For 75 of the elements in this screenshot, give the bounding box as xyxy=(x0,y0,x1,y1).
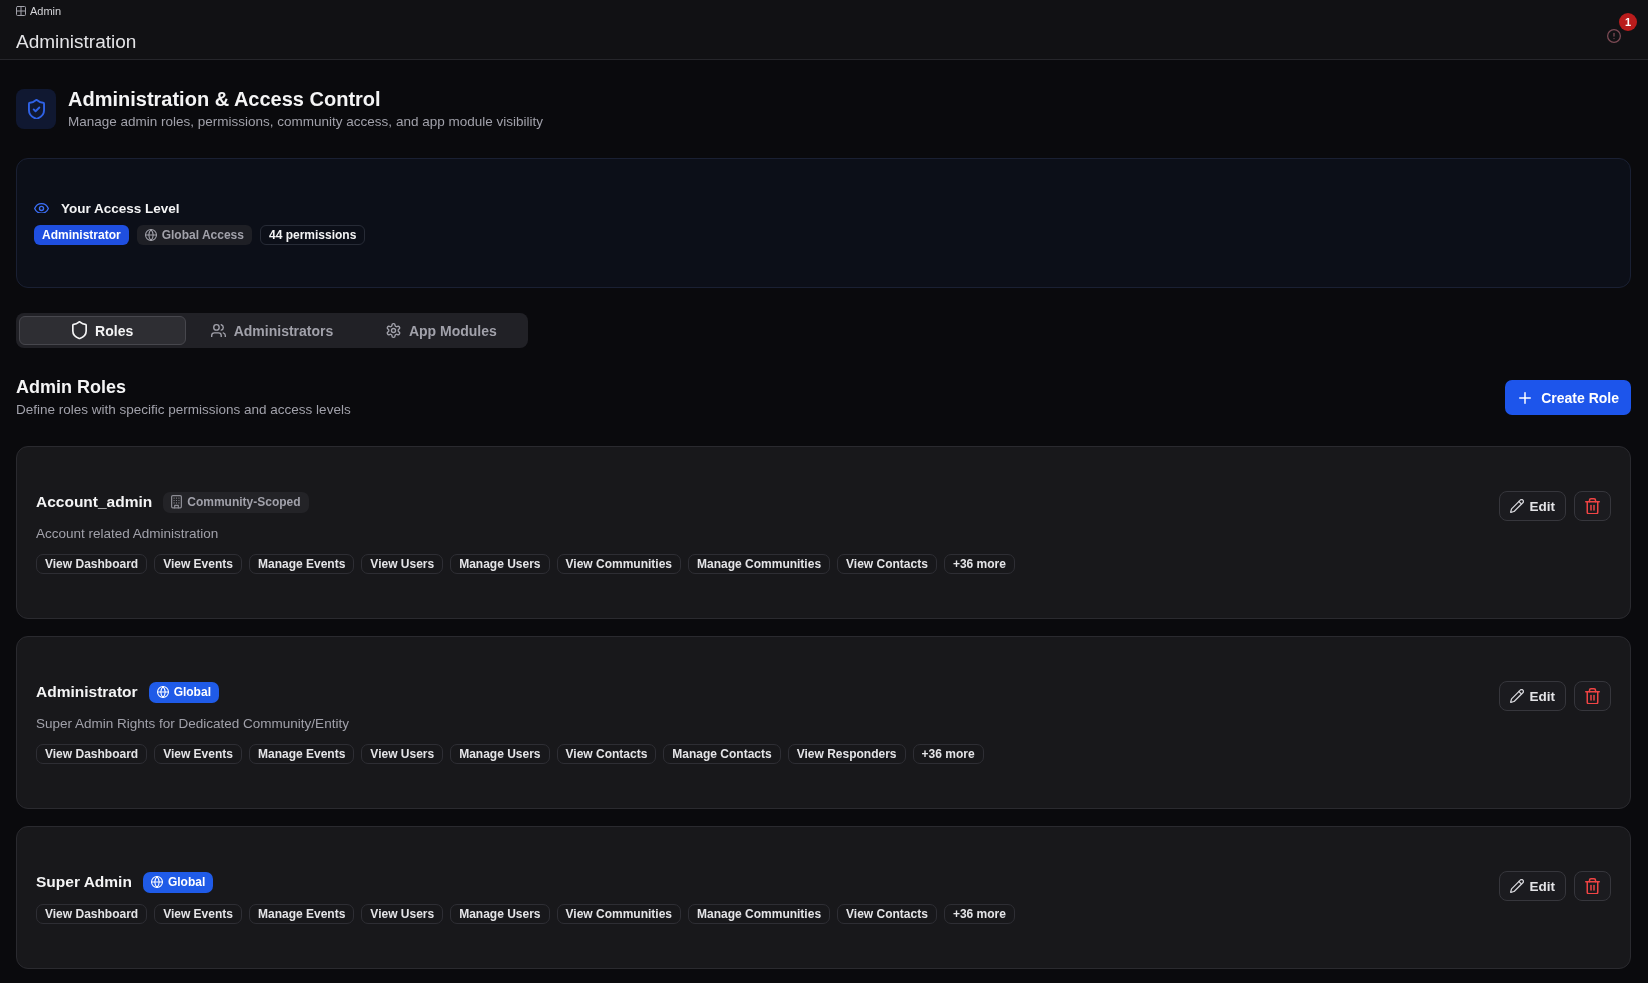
permission-tag: View Events xyxy=(154,744,242,764)
role-badge: Administrator xyxy=(34,225,129,245)
globe-icon xyxy=(144,229,157,241)
create-role-button[interactable]: Create Role xyxy=(1505,380,1631,415)
section-subtitle: Define roles with specific permissions and access levels xyxy=(16,401,351,419)
trash-icon xyxy=(1585,497,1600,515)
permission-tag: View Dashboard xyxy=(36,744,148,764)
permission-tag: View Dashboard xyxy=(36,554,148,574)
scope-badge: Global xyxy=(148,681,219,703)
settings-icon xyxy=(385,323,401,338)
role-description: Account related Administration xyxy=(36,525,220,543)
permission-tag: Manage Events xyxy=(248,744,355,764)
permission-tag: View Contacts xyxy=(837,554,937,574)
access-level-title: Your Access Level xyxy=(61,200,180,216)
section-subtitle: Manage admin roles, permissions, community access, and app module visibility xyxy=(68,113,543,131)
permission-tag: Manage Users xyxy=(450,554,550,574)
users-icon xyxy=(210,323,226,338)
notification-button[interactable] xyxy=(1607,29,1621,43)
access-scope-badge: Global Access xyxy=(136,225,252,245)
page-title: Administration xyxy=(16,30,137,54)
permission-tag: Manage Events xyxy=(248,554,355,574)
pencil-icon xyxy=(1509,689,1524,703)
pencil-icon xyxy=(1509,499,1524,513)
role-name: Super Admin xyxy=(36,873,132,891)
plus-icon xyxy=(1519,391,1532,404)
section-title: Admin Roles xyxy=(16,376,127,398)
permission-tag: View Communities xyxy=(556,904,682,924)
globe-icon xyxy=(156,686,169,698)
pencil-icon xyxy=(1509,879,1524,893)
scope-badge: Community-Scoped xyxy=(163,491,309,513)
permission-tag: View Users xyxy=(361,744,444,764)
permission-tag: View Responders xyxy=(787,744,906,764)
permission-tag: Manage Contacts xyxy=(663,744,781,764)
shield-icon xyxy=(72,321,88,340)
more-permissions-tag: +36 more xyxy=(912,744,984,764)
permission-tag: View Events xyxy=(154,554,242,574)
more-permissions-tag: +36 more xyxy=(943,904,1015,924)
permission-tag: View Events xyxy=(154,904,242,924)
role-name: Administrator xyxy=(36,683,138,701)
delete-button[interactable] xyxy=(1574,491,1611,521)
tab[interactable]: Roles xyxy=(19,316,187,345)
delete-button[interactable] xyxy=(1574,871,1611,901)
scope-badge: Global xyxy=(142,871,214,893)
grid-icon xyxy=(16,6,26,16)
section-title: Administration & Access Control xyxy=(68,87,382,111)
edit-button[interactable]: Edit xyxy=(1498,681,1566,711)
permission-tag: Manage Communities xyxy=(688,554,831,574)
breadcrumb-link[interactable]: Admin xyxy=(16,5,62,17)
globe-icon xyxy=(150,876,163,888)
edit-button[interactable]: Edit xyxy=(1498,491,1566,521)
permission-tag: Manage Users xyxy=(450,744,550,764)
shield-check-icon xyxy=(16,89,56,129)
role-description: Super Admin Rights for Dedicated Community/Entity xyxy=(36,715,350,733)
permission-tag: View Dashboard xyxy=(36,904,148,924)
permission-tag: View Users xyxy=(361,554,444,574)
delete-button[interactable] xyxy=(1574,681,1611,711)
permission-tag: View Users xyxy=(361,904,444,924)
permission-tag: View Communities xyxy=(556,554,682,574)
trash-icon xyxy=(1585,877,1600,895)
permission-tag: View Contacts xyxy=(837,904,937,924)
role-name: Account_admin xyxy=(36,493,153,511)
tab[interactable]: App Modules xyxy=(357,316,525,345)
permission-count-badge: 44 permissions xyxy=(259,225,366,245)
permission-tag: Manage Events xyxy=(248,904,355,924)
permission-tag: View Contacts xyxy=(556,744,657,764)
notification-badge: 1 xyxy=(1619,13,1637,31)
edit-button[interactable]: Edit xyxy=(1498,871,1566,901)
trash-icon xyxy=(1585,687,1600,705)
eye-icon xyxy=(34,202,49,214)
alert-icon xyxy=(1607,29,1621,43)
building-icon xyxy=(171,495,183,509)
more-permissions-tag: +36 more xyxy=(943,554,1015,574)
permission-tag: Manage Users xyxy=(450,904,550,924)
permission-tag: Manage Communities xyxy=(688,904,831,924)
tab[interactable]: Administrators xyxy=(188,316,356,345)
